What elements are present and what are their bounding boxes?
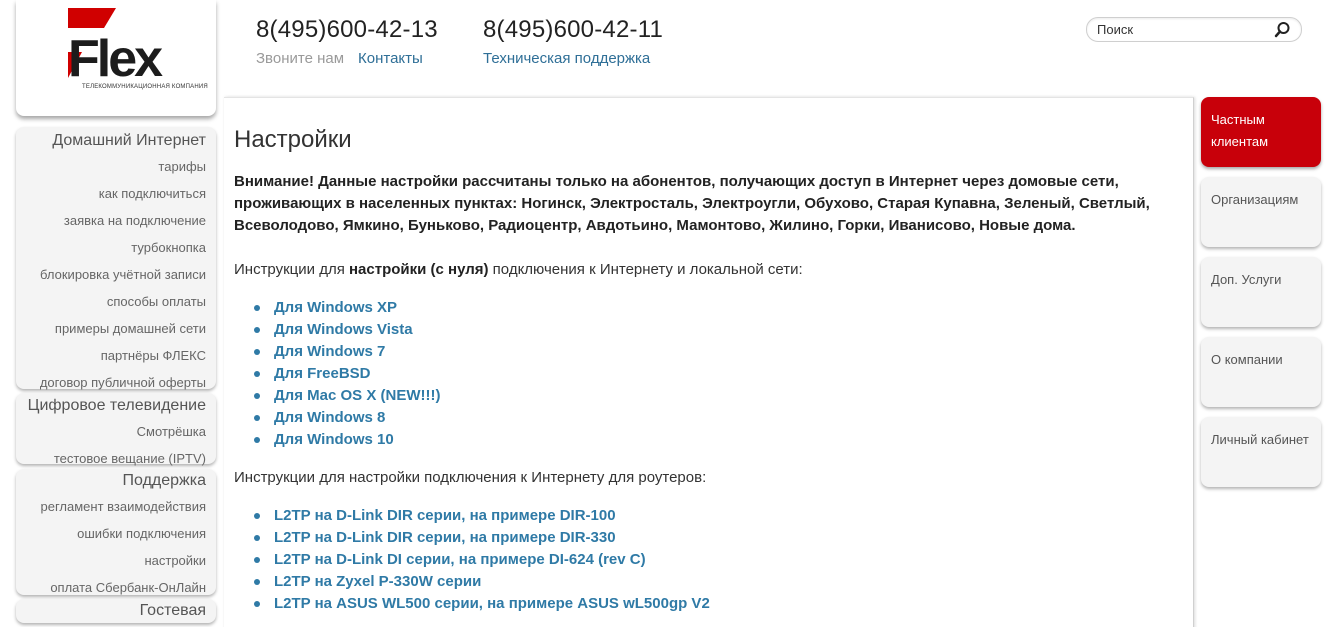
nav-private-clients[interactable]: Частным клиентам (1201, 97, 1321, 167)
intro-suffix: подключения к Интернету и локальной сети… (488, 261, 803, 278)
link-asus-wl500[interactable]: L2TP на ASUS WL500 серии, на примере ASU… (254, 593, 710, 615)
router-links-list: L2TP на D-Link DIR серии, на примере DIR… (254, 505, 710, 615)
link-zyxel-p330w[interactable]: L2TP на Zyxel P-330W серии (254, 571, 710, 593)
nav-about-company[interactable]: О компании (1201, 337, 1321, 407)
logo-tagline: ТЕЛЕКОММУНИКАЦИОННАЯ КОМПАНИЯ (82, 84, 208, 90)
search-input[interactable] (1097, 18, 1267, 41)
intro-prefix: Инструкции для (234, 261, 349, 278)
router-instructions-intro: Инструкции для настройки подключения к И… (234, 469, 707, 486)
sidebar-group-home-internet: Домашний Интернет тарифы как подключитьс… (16, 127, 216, 390)
link-dlink-di-624[interactable]: L2TP на D-Link DI серии, на примере DI-6… (254, 549, 710, 571)
sidebar-group-guestbook: Гостевая (16, 599, 216, 623)
link-windows-7[interactable]: Для Windows 7 (254, 341, 440, 363)
contacts-link[interactable]: Контакты (358, 50, 423, 67)
phone-sales: 8(495)600-42-13 (256, 16, 438, 43)
nav-personal-account[interactable]: Личный кабинет (1201, 417, 1321, 487)
search-icon[interactable] (1274, 21, 1291, 43)
link-windows-8[interactable]: Для Windows 8 (254, 407, 440, 429)
tech-support-link[interactable]: Техническая поддержка (483, 50, 650, 67)
link-windows-vista[interactable]: Для Windows Vista (254, 319, 440, 341)
sidebar-item-home-network-examples[interactable]: примеры домашней сети (16, 315, 206, 342)
sidebar-item-connection-errors[interactable]: ошибки подключения (16, 520, 206, 547)
link-windows-xp[interactable]: Для Windows XP (254, 297, 440, 319)
call-us-label: Звоните нам (256, 50, 345, 67)
sidebar-item-payment-methods[interactable]: способы оплаты (16, 288, 206, 315)
sidebar-item-smotreshka[interactable]: Смотрёшка (16, 418, 206, 445)
sidebar-title-digital-tv[interactable]: Цифровое телевидение (16, 394, 206, 418)
link-mac-os-x[interactable]: Для Mac OS X (NEW!!!) (254, 385, 440, 407)
link-dlink-dir-100[interactable]: L2TP на D-Link DIR серии, на примере DIR… (254, 505, 710, 527)
phone-support: 8(495)600-42-11 (483, 16, 664, 43)
flex-logo-icon: Flex (68, 8, 166, 86)
phone-block-sales: 8(495)600-42-13 Звоните нам Контакты (256, 16, 438, 67)
sidebar-item-tariffs[interactable]: тарифы (16, 153, 206, 180)
sidebar-item-sberbank-online[interactable]: оплата Сбербанк-ОнЛайн (16, 574, 206, 601)
os-links-list: Для Windows XP Для Windows Vista Для Win… (254, 297, 440, 451)
warning-text: Внимание! Данные настройки рассчитаны то… (234, 173, 1150, 234)
sidebar-item-public-offer[interactable]: договор публичной оферты (16, 369, 206, 396)
link-freebsd[interactable]: Для FreeBSD (254, 363, 440, 385)
sidebar-title-support[interactable]: Поддержка (16, 469, 206, 493)
sidebar-item-account-block[interactable]: блокировка учётной записи (16, 261, 206, 288)
page-title: Настройки (234, 126, 352, 153)
sidebar-item-connection-request[interactable]: заявка на подключение (16, 207, 206, 234)
link-windows-10[interactable]: Для Windows 10 (254, 429, 440, 451)
sidebar-group-support: Поддержка регламент взаимодействия ошибк… (16, 469, 216, 595)
sidebar-title-home-internet[interactable]: Домашний Интернет (16, 129, 206, 153)
sidebar-item-partners[interactable]: партнёры ФЛЕКС (16, 342, 206, 369)
sidebar-item-regulations[interactable]: регламент взаимодействия (16, 493, 206, 520)
search-box (1086, 17, 1302, 42)
intro-bold: настройки (с нуля) (348, 261, 489, 278)
sidebar-item-iptv[interactable]: тестовое вещание (IPTV) (16, 445, 206, 472)
sidebar-item-how-to-connect[interactable]: как подключиться (16, 180, 206, 207)
nav-extra-services[interactable]: Доп. Услуги (1201, 257, 1321, 327)
logo-text: Flex (68, 30, 163, 86)
phone-block-support: 8(495)600-42-11 Техническая поддержка (483, 16, 663, 67)
logo[interactable]: Flex ТЕЛЕКОММУНИКАЦИОННАЯ КОМПАНИЯ (16, 0, 216, 116)
nav-organizations[interactable]: Организациям (1201, 177, 1321, 247)
sidebar-item-turbo-button[interactable]: турбокнопка (16, 234, 206, 261)
sidebar-title-guestbook[interactable]: Гостевая (16, 599, 206, 623)
sidebar-group-digital-tv: Цифровое телевидение Смотрёшка тестовое … (16, 393, 216, 466)
sidebar-item-settings[interactable]: настройки (16, 547, 206, 574)
main-content: Настройки Внимание! Данные настройки рас… (224, 97, 1194, 627)
os-instructions-intro: Инструкции для настройки (с нуля) подклю… (234, 259, 803, 281)
link-dlink-dir-330[interactable]: L2TP на D-Link DIR серии, на примере DIR… (254, 527, 710, 549)
